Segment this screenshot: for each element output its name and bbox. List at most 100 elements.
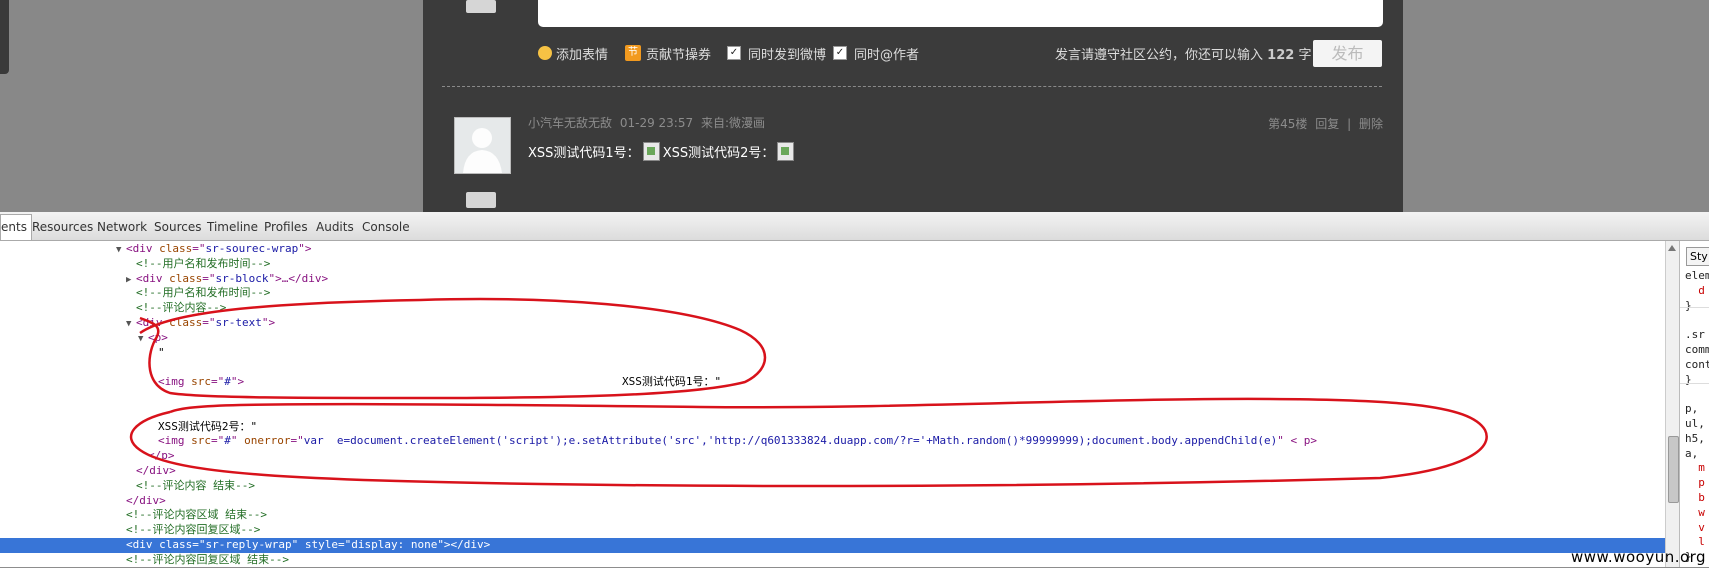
- dom-node-line[interactable]: </div>: [0, 494, 166, 509]
- dom-node-line[interactable]: <img src="#" onerror="var e=document.cre…: [0, 434, 1317, 449]
- broken-image-icon: [642, 142, 660, 161]
- checkbox-checked-icon: ✓: [833, 46, 847, 60]
- checkbox-checked-icon: ✓: [727, 46, 741, 60]
- sync-at-author-checkbox[interactable]: ✓ 同时@作者: [833, 44, 920, 63]
- smiley-icon: [538, 46, 552, 60]
- dom-token-tag: =": [211, 434, 225, 448]
- dom-node-line[interactable]: <!--评论内容回复区域 结束-->: [0, 553, 289, 568]
- dom-node-line[interactable]: <!--评论内容区域 结束-->: [0, 508, 267, 523]
- coupon-label: 贡献节操券: [646, 47, 712, 63]
- tab-resources[interactable]: Resources: [32, 220, 93, 234]
- watermark: www.wooyun.org: [1571, 548, 1707, 566]
- dom-token-attr: onerror: [244, 434, 291, 448]
- dom-token-cmt: <!--评论内容 结束-->: [136, 478, 255, 492]
- comment-source: 来自:微漫画: [700, 116, 765, 130]
- dom-token-txt: ": [158, 345, 165, 359]
- dom-token-tag: =": [192, 538, 206, 551]
- add-emoji-button[interactable]: 添加表情: [538, 44, 608, 63]
- dom-node-line[interactable]: </div>: [0, 464, 176, 479]
- style-rule-line: ul,: [1685, 417, 1705, 430]
- dom-token-txt: XSS测试代码2号：": [158, 419, 258, 433]
- dom-tree-scrollbar[interactable]: [1665, 241, 1679, 567]
- avatar-stub-top: [466, 0, 496, 13]
- dom-token-attr: src: [191, 434, 211, 448]
- dom-node-line[interactable]: <!--用户名和发布时间-->: [0, 286, 270, 301]
- dom-tree[interactable]: ▼ <div class="sr-sourec-wrap"> <!--用户名和发布时…: [0, 241, 1709, 568]
- separator: |: [1347, 117, 1352, 131]
- dom-node-line[interactable]: ▼ <div class="sr-text">: [0, 316, 275, 331]
- style-rule-line: b: [1685, 491, 1705, 504]
- style-rule-line: .sr: [1685, 328, 1705, 342]
- dom-token-tag: ">: [261, 316, 276, 329]
- expand-triangle-icon[interactable]: ▼: [138, 332, 148, 347]
- dom-token-tag: </div>: [126, 493, 166, 507]
- dom-node-line[interactable]: ▶ <div class="sr-block">…</div>: [0, 272, 328, 287]
- broken-image-icon: [777, 142, 795, 161]
- comment-meta: 小汽车无敌无敌 01-29 23:57 来自:微漫画: [528, 114, 769, 131]
- styles-sidebar: Sty elem d} .sr comm cont} p, ul, h5, a, m p b…: [1679, 241, 1709, 567]
- commenter-username[interactable]: 小汽车无敌无敌: [528, 116, 612, 130]
- dom-token-tag: </p>: [148, 449, 175, 463]
- dom-token-val: #: [224, 434, 231, 448]
- left-floating-tab[interactable]: [0, 0, 9, 74]
- dom-token-tag: <img: [158, 434, 192, 448]
- sync-weibo-checkbox[interactable]: ✓ 同时发到微博: [727, 44, 826, 63]
- style-rule-line: comm: [1685, 343, 1709, 356]
- dom-token-attr: class: [159, 242, 193, 255]
- dom-node-line[interactable]: ": [0, 346, 165, 361]
- tab-timeline[interactable]: Timeline: [207, 220, 258, 234]
- dom-token-val: sr-block: [215, 271, 269, 285]
- dom-node-line[interactable]: </p>: [0, 449, 175, 464]
- dom-token-cmt: <!--评论内容-->: [136, 301, 227, 315]
- tab-console[interactable]: Console: [362, 220, 410, 234]
- collapse-triangle-icon[interactable]: ▶: [126, 273, 136, 288]
- dom-node-line[interactable]: [0, 360, 160, 375]
- tab-network[interactable]: Network: [97, 220, 147, 234]
- tab-audits[interactable]: Audits: [316, 220, 354, 234]
- dom-node-line[interactable]: [0, 390, 160, 405]
- dom-node-line[interactable]: <!--用户名和发布时间-->: [0, 257, 270, 272]
- sync-at-author-label: 同时@作者: [854, 47, 920, 63]
- tab-profiles[interactable]: Profiles: [264, 220, 308, 234]
- dom-token-cmt: <!--用户名和发布时间-->: [136, 256, 271, 270]
- expand-triangle-icon[interactable]: ▼: [126, 317, 136, 332]
- dom-token-tag: ": [230, 434, 245, 448]
- reply-link[interactable]: 回复: [1315, 117, 1339, 131]
- dom-node-line[interactable]: [0, 405, 160, 420]
- tab-elements[interactable]: ents: [0, 214, 32, 240]
- dom-node-line[interactable]: <!--评论内容-->: [0, 301, 226, 316]
- dom-node-line[interactable]: <!--评论内容 结束-->: [0, 479, 255, 494]
- commenter-avatar[interactable]: [454, 117, 511, 174]
- style-rule-line: d: [1685, 283, 1705, 297]
- dom-token-attr: style: [304, 538, 338, 551]
- dom-token-val: display: none: [351, 538, 438, 551]
- comment-textarea[interactable]: [538, 0, 1383, 27]
- comment-text-2: XSS测试代码2号：: [662, 146, 775, 161]
- dom-token-tag: <div: [136, 316, 170, 329]
- dom-token-tag: <div: [126, 242, 160, 255]
- devtools-panel: ents Resources Network Sources Timeline …: [0, 212, 1709, 567]
- style-rule-line: w: [1685, 505, 1705, 519]
- dom-node-line[interactable]: <!--评论内容回复区域-->: [0, 523, 260, 538]
- dom-node-line[interactable]: XSS测试代码2号：": [0, 420, 257, 435]
- publish-button[interactable]: 发布: [1313, 40, 1382, 67]
- dom-token-tag: =": [211, 375, 225, 389]
- delete-link[interactable]: 删除: [1359, 117, 1383, 131]
- dom-node-line[interactable]: <img src="#"> XSS测试代码1号：": [0, 375, 721, 390]
- dom-token-cmt: <!--用户名和发布时间-->: [136, 286, 271, 300]
- tab-styles[interactable]: Sty: [1686, 247, 1709, 266]
- style-rule-line: v: [1685, 520, 1705, 534]
- dom-token-val: sr-text: [215, 316, 262, 329]
- floor-number: 第45楼: [1268, 117, 1308, 131]
- dom-node-selected[interactable]: <div class="sr-reply-wrap" style="displa…: [0, 538, 1709, 553]
- coupon-button[interactable]: 节 贡献节操券: [625, 44, 712, 63]
- dom-token-cmt: <!--评论内容回复区域 结束-->: [126, 552, 289, 566]
- scroll-up-icon[interactable]: [1668, 245, 1676, 251]
- dom-node-line[interactable]: ▼ <p>: [0, 331, 168, 346]
- expand-triangle-icon[interactable]: ▼: [116, 243, 126, 258]
- dom-node-line[interactable]: ▼ <div class="sr-sourec-wrap">: [0, 242, 311, 257]
- tab-sources[interactable]: Sources: [154, 220, 201, 234]
- scroll-thumb[interactable]: [1668, 436, 1679, 503]
- devtools-tab-bar: ents Resources Network Sources Timeline …: [0, 212, 1709, 241]
- avatar-stub-bottom: [466, 192, 496, 208]
